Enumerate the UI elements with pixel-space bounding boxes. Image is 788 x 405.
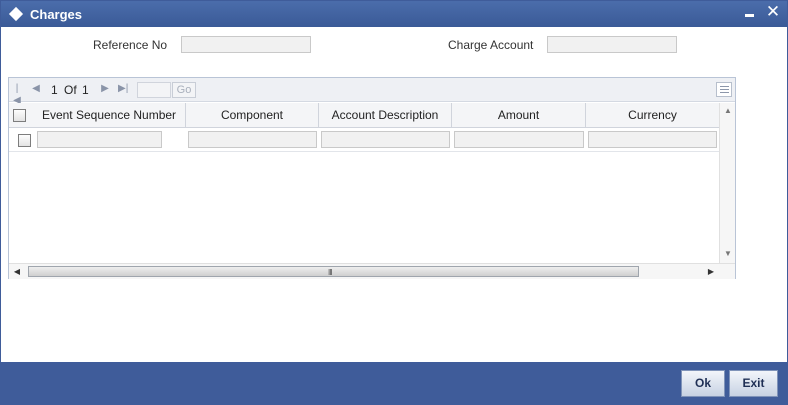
exit-button[interactable]: Exit (729, 370, 778, 397)
reference-no-field[interactable] (181, 36, 311, 53)
pager-bar: |◀ ◀ 1 Of 1 ▶ ▶| Go (9, 78, 735, 106)
currency-input[interactable] (588, 131, 717, 148)
component-input[interactable] (188, 131, 317, 148)
close-icon[interactable]: ✕ (765, 3, 781, 21)
diamond-icon (8, 6, 24, 22)
scroll-grip: III (328, 268, 333, 277)
select-all-checkbox[interactable] (13, 109, 26, 122)
table-row (9, 128, 719, 152)
reference-no-label: Reference No (93, 38, 168, 52)
page-current: 1 (51, 83, 58, 97)
table-header: Event Sequence Number Component Account … (9, 103, 719, 128)
scroll-left-icon[interactable]: ◀ (12, 267, 22, 277)
scroll-down-icon[interactable]: ▼ (723, 249, 733, 259)
ok-button[interactable]: Ok (681, 370, 725, 397)
amount-input[interactable] (454, 131, 584, 148)
column-header-currency[interactable]: Currency (586, 103, 719, 128)
last-page-icon[interactable]: ▶| (118, 83, 128, 95)
footer-bar: Ok Exit (1, 362, 787, 404)
prev-page-icon[interactable]: ◀ (31, 83, 41, 95)
column-header-component[interactable]: Component (186, 103, 319, 128)
first-page-icon[interactable]: |◀ (12, 83, 22, 106)
scroll-right-icon[interactable]: ▶ (706, 267, 716, 277)
event-sequence-number-input[interactable] (37, 131, 162, 148)
vertical-scrollbar[interactable]: ▲ ▼ (719, 103, 735, 263)
next-page-icon[interactable]: ▶ (100, 83, 110, 95)
page-of-label: Of (64, 83, 77, 97)
account-description-input[interactable] (321, 131, 450, 148)
page-number-input[interactable] (137, 82, 171, 98)
window-title: Charges (30, 7, 83, 22)
page-total: 1 (82, 83, 89, 97)
charges-window: Charges ✕ Reference No Charge Account |◀… (0, 0, 788, 405)
column-header-event-sequence-number[interactable]: Event Sequence Number (33, 103, 186, 128)
charges-grid: |◀ ◀ 1 Of 1 ▶ ▶| Go Event Sequence Numbe… (8, 77, 736, 279)
column-header-amount[interactable]: Amount (452, 103, 586, 128)
column-header-account-description[interactable]: Account Description (319, 103, 452, 128)
scroll-up-icon[interactable]: ▲ (723, 106, 733, 116)
row-checkbox[interactable] (18, 134, 31, 147)
horizontal-scrollbar[interactable]: ◀ III ▶ (9, 263, 735, 279)
minimize-icon[interactable] (745, 14, 754, 17)
list-view-icon[interactable] (716, 82, 732, 97)
charge-account-field[interactable] (547, 36, 677, 53)
charge-account-label: Charge Account (448, 38, 534, 52)
horizontal-scroll-thumb[interactable]: III (28, 266, 639, 277)
go-button[interactable]: Go (172, 82, 196, 98)
title-bar: Charges ✕ (1, 1, 787, 27)
